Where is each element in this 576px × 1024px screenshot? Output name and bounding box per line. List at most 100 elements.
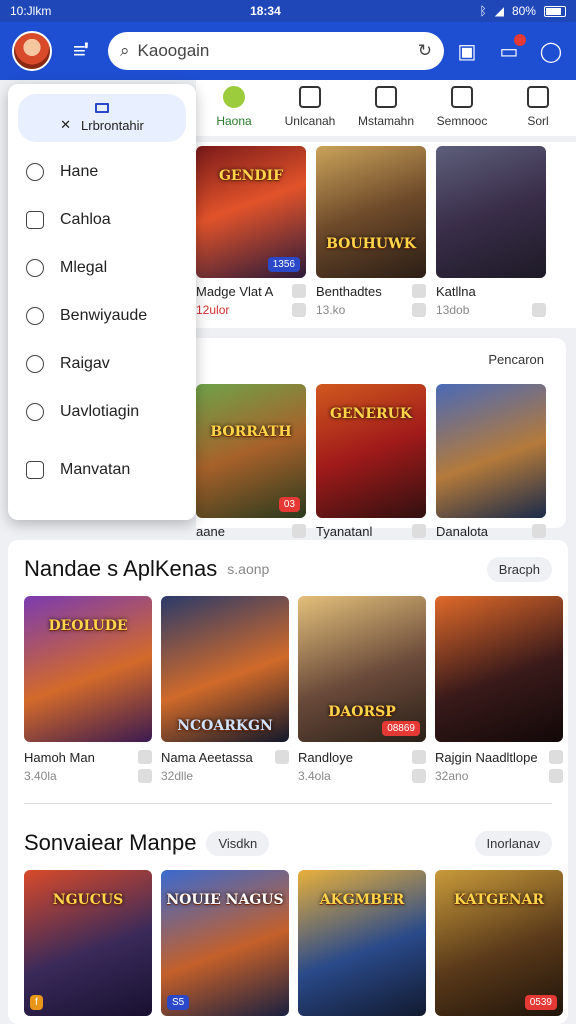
globe-icon xyxy=(26,307,44,325)
info-icon[interactable] xyxy=(412,303,426,317)
bluetooth-icon: ᛒ xyxy=(479,4,487,18)
drawer-item-manvatan[interactable]: Manvatan xyxy=(18,446,186,494)
game-card[interactable]: NOUIE NAGUS S5 xyxy=(161,870,289,1016)
info-icon[interactable] xyxy=(532,303,546,317)
game-sub: 32dlle xyxy=(161,769,194,783)
drawer-item-label: Benwiyaude xyxy=(60,307,148,324)
game-card[interactable]: Danalota xyxy=(436,384,546,539)
game-name: Katllna xyxy=(436,284,476,299)
avatar[interactable] xyxy=(12,31,52,71)
drawer-item-label: Hane xyxy=(60,163,99,180)
game-sub: 3.40la xyxy=(24,769,57,783)
game-art-title: GENERUK xyxy=(329,406,413,422)
gamepad-icon[interactable]: ▣ xyxy=(454,38,480,64)
bookmark-icon[interactable] xyxy=(412,750,426,764)
notification-badge xyxy=(514,34,526,46)
bookmark-icon[interactable] xyxy=(138,750,152,764)
notification-icon[interactable]: ▭ xyxy=(496,34,526,64)
game-thumbnail: GENERUK xyxy=(316,384,426,518)
drawer-item-label: Manvatan xyxy=(60,461,131,478)
tab-sorl[interactable]: Sorl xyxy=(500,86,576,136)
game-card[interactable]: BOUHUWK Benthadtes 13.ko xyxy=(316,146,426,317)
tab-label: Haona xyxy=(216,114,252,128)
info-icon[interactable] xyxy=(412,769,426,783)
signal-icon: ◢ xyxy=(494,4,504,18)
game-thumbnail: KATGENAR 0539 xyxy=(435,870,563,1016)
search-icon: ⌕ xyxy=(120,41,130,60)
drawer-item-cahloa[interactable]: Cahloa xyxy=(18,196,186,244)
drawer-item-raigav[interactable]: Raigav xyxy=(18,340,186,388)
drawer-item-label: Cahloa xyxy=(60,211,111,228)
game-card[interactable]: KATGENAR 0539 xyxy=(435,870,563,1016)
info-icon[interactable] xyxy=(292,303,306,317)
section-action-button[interactable]: Bracph xyxy=(486,556,552,582)
drawer-title: Lrbrontahir xyxy=(81,117,144,133)
game-art-title: DAORSP xyxy=(328,704,396,720)
menu-icon[interactable]: ≡' xyxy=(62,38,98,64)
game-name: Madge Vlat A xyxy=(196,284,274,299)
game-card[interactable]: GENERUK Tyanatanl xyxy=(316,384,426,539)
info-icon[interactable] xyxy=(549,769,563,783)
tab-mstamahn[interactable]: Mstamahn xyxy=(348,86,424,136)
bookmark-icon[interactable] xyxy=(275,750,289,764)
game-name: Nama Aeetassa xyxy=(161,750,253,765)
profile-icon[interactable]: ◯ xyxy=(538,38,564,64)
game-tag: 0539 xyxy=(524,995,557,1010)
featured-row: GENDIF 1356 Madge Vlat A 12ulor BOUHUWK B… xyxy=(196,142,576,328)
game-art-title: DEOLUDE xyxy=(48,618,128,634)
row-label[interactable]: Pencaron xyxy=(488,352,544,367)
bookmark-icon[interactable] xyxy=(532,524,546,538)
battery-icon xyxy=(543,5,566,17)
game-thumbnail xyxy=(436,146,546,278)
bookmark-icon[interactable] xyxy=(292,524,306,538)
drawer-item-mlegal[interactable]: Mlegal xyxy=(18,244,186,292)
navigation-drawer: ✕ Lrbrontahir Hane Cahloa Mlegal Benwiyau… xyxy=(8,84,196,520)
drawer-item-home[interactable]: Hane xyxy=(18,148,186,196)
game-art-title: GENDIF xyxy=(218,168,284,184)
popular-row: Pencaron BORRATH 03 aane GENERUK Tyanatan… xyxy=(196,338,566,539)
app-bar: ≡' ⌕ Kaoogain ↻ ▣ ▭ ◯ xyxy=(0,22,576,80)
category-tabs: Haona Unlcanah Mstamahn Semnooc Sorl xyxy=(196,80,576,136)
game-thumbnail: DEOLUDE xyxy=(24,596,152,742)
status-right: ᛒ ◢ 80% xyxy=(480,4,566,18)
game-card[interactable]: AKGMBER xyxy=(298,870,426,1016)
game-card[interactable]: DAORSP 08869 Randloye 3.4ola xyxy=(298,596,426,783)
drawer-header[interactable]: ✕ Lrbrontahir xyxy=(18,94,186,142)
tab-semnooc[interactable]: Semnooc xyxy=(424,86,500,136)
close-icon[interactable]: ✕ xyxy=(60,117,71,133)
tab-icon xyxy=(299,86,321,108)
info-icon[interactable] xyxy=(138,769,152,783)
game-card[interactable]: NGUCUS f xyxy=(24,870,152,1016)
game-card[interactable]: NCOARKGN Nama Aeetassa 32dlle xyxy=(161,596,289,783)
drawer-item-benwiyaude[interactable]: Benwiyaude xyxy=(18,292,186,340)
game-thumbnail: NGUCUS f xyxy=(24,870,152,1016)
game-sub: 12ulor xyxy=(196,303,230,317)
bookmark-icon[interactable] xyxy=(549,750,563,764)
game-card[interactable]: Rajgin Naadltlope 32ano xyxy=(435,596,563,783)
drawer-item-label: Raigav xyxy=(60,355,110,372)
game-sub: 3.4ola xyxy=(298,769,331,783)
bookmark-icon[interactable] xyxy=(412,284,426,298)
section-action-button[interactable]: Inorlanav xyxy=(474,830,552,856)
bookmark-icon[interactable] xyxy=(412,524,426,538)
game-thumbnail: NOUIE NAGUS S5 xyxy=(161,870,289,1016)
game-card[interactable]: Katllna 13dob xyxy=(436,146,546,317)
game-card[interactable]: DEOLUDE Hamoh Man 3.40la xyxy=(24,596,152,783)
refresh-icon[interactable]: ↻ xyxy=(418,41,432,61)
bookmark-icon[interactable] xyxy=(292,284,306,298)
user-icon xyxy=(26,163,44,181)
search-bar[interactable]: ⌕ Kaoogain ↻ xyxy=(108,32,444,70)
game-tag: 08869 xyxy=(382,721,420,736)
status-bar: 10:Jlkm 18:34 ᛒ ◢ 80% xyxy=(0,0,576,22)
game-name: Danalota xyxy=(436,524,489,539)
game-name: aane xyxy=(196,524,225,539)
tab-unlcanah[interactable]: Unlcanah xyxy=(272,86,348,136)
section-chip[interactable]: Visdkn xyxy=(206,830,270,856)
game-card[interactable]: BORRATH 03 aane xyxy=(196,384,306,539)
drawer-item-uavlotiagin[interactable]: Uavlotiagin xyxy=(18,388,186,436)
game-card[interactable]: GENDIF 1356 Madge Vlat A 12ulor xyxy=(196,146,306,317)
tab-home[interactable]: Haona xyxy=(196,86,272,136)
search-input[interactable]: Kaoogain xyxy=(138,41,410,61)
game-sub: 32ano xyxy=(435,769,469,783)
game-name: Randloye xyxy=(298,750,353,765)
